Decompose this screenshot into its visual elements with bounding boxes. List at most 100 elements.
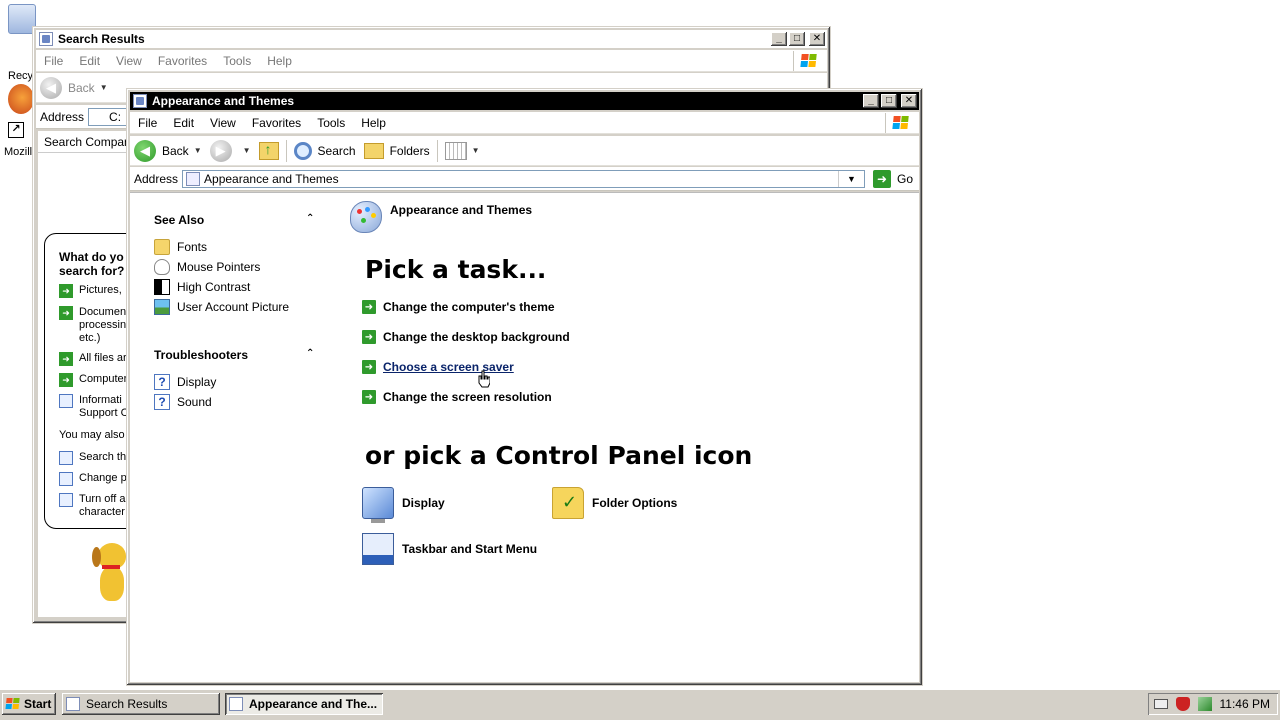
views-button[interactable]: ▼ — [441, 139, 484, 163]
search-option-computers[interactable]: ➜ Computer — [59, 373, 127, 387]
shortcut-arrow-icon: ↗ — [8, 122, 24, 138]
collapse-chevron-icon[interactable]: ⌃ — [306, 213, 314, 224]
appearance-themes-titlebar[interactable]: Appearance and Themes _ □ ✕ — [130, 92, 919, 110]
option-label: All files ar — [79, 352, 127, 364]
troubleshooter-display[interactable]: ? Display — [154, 374, 216, 390]
address-label: Address — [134, 171, 179, 186]
appearance-themes-window: Appearance and Themes _ □ ✕ File Edit Vi… — [126, 88, 923, 686]
taskbar-button-search-results[interactable]: Search Results — [62, 693, 220, 715]
see-also-mouse-pointers[interactable]: Mouse Pointers — [154, 259, 260, 275]
folders-button[interactable]: Folders — [360, 139, 434, 163]
search-results-titlebar[interactable]: Search Results _ □ ✕ — [36, 30, 827, 48]
address-bar: Address Appearance and Themes ▼ ➜ Go — [130, 167, 919, 191]
task-choose-screen-saver[interactable]: ➜ Choose a screen saver — [362, 360, 514, 374]
link-label: Mouse Pointers — [177, 260, 261, 274]
cp-icon-display[interactable]: Display — [362, 487, 445, 523]
see-also-fonts[interactable]: Fonts — [154, 239, 207, 255]
cp-icon-taskbar-start-menu[interactable]: Taskbar and Start Menu — [362, 533, 537, 565]
task-change-screen-resolution[interactable]: ➜ Change the screen resolution — [362, 390, 552, 404]
security-shield-icon[interactable] — [1175, 697, 1190, 711]
task-label: Change the desktop background — [383, 330, 570, 344]
search-option-documents[interactable]: ➜ Documen processin etc.) — [59, 306, 126, 345]
help-icon: ? — [154, 374, 170, 390]
menu-view[interactable]: View — [202, 116, 244, 130]
control-panel-window-icon — [229, 697, 243, 711]
menu-view[interactable]: View — [108, 54, 150, 68]
arrow-icon: ➜ — [59, 284, 73, 298]
menu-file[interactable]: File — [130, 116, 165, 130]
menu-favorites[interactable]: Favorites — [244, 116, 309, 130]
search-option-all-files[interactable]: ➜ All files ar — [59, 352, 127, 366]
category-header: Appearance and Themes — [350, 201, 532, 233]
option-label: Informati Support C — [79, 394, 129, 419]
content-area: See Also ⌃ Fonts Mouse Pointers High Con… — [130, 192, 919, 682]
also-label: You may also — [59, 429, 125, 441]
menu-file[interactable]: File — [36, 54, 71, 68]
forward-dropdown-icon[interactable]: ▼ — [243, 146, 251, 155]
system-tray: 11:46 PM — [1148, 693, 1278, 715]
task-pane: See Also ⌃ Fonts Mouse Pointers High Con… — [130, 193, 335, 682]
keyboard-icon[interactable] — [1153, 699, 1168, 709]
close-button[interactable]: ✕ — [901, 94, 917, 108]
also-change-preferences[interactable]: Change p — [59, 472, 127, 486]
network-icon[interactable] — [1197, 697, 1212, 711]
also-search[interactable]: Search th — [59, 451, 126, 465]
back-button[interactable]: ◀ Back ▼ — [130, 139, 206, 163]
see-also-user-account-picture[interactable]: User Account Picture — [154, 299, 289, 315]
maximize-button[interactable]: □ — [789, 32, 805, 46]
maximize-button[interactable]: □ — [881, 94, 897, 108]
desktop-icon-mozilla[interactable]: ↗ Mozill — [0, 84, 36, 160]
menu-edit[interactable]: Edit — [71, 54, 108, 68]
appearance-themes-icon — [350, 201, 382, 233]
close-button[interactable]: ✕ — [809, 32, 825, 46]
desktop-icon-recycle-bin[interactable]: Recy — [0, 4, 36, 84]
see-also-header[interactable]: See Also — [154, 213, 204, 227]
search-button[interactable]: Search — [290, 139, 360, 163]
window-title: Search Results — [58, 32, 145, 46]
address-dropdown-icon[interactable]: ▼ — [837, 170, 864, 187]
task-change-desktop-background[interactable]: ➜ Change the desktop background — [362, 330, 570, 344]
also-turn-off-character[interactable]: Turn off a character — [59, 493, 125, 519]
task-change-theme[interactable]: ➜ Change the computer's theme — [362, 300, 555, 314]
start-button[interactable]: Start — [2, 693, 56, 715]
collapse-chevron-icon[interactable]: ⌃ — [306, 348, 314, 359]
minimize-button[interactable]: _ — [863, 94, 879, 108]
menu-help[interactable]: Help — [353, 116, 394, 130]
folder-up-icon: ↑ — [258, 141, 279, 160]
see-also-high-contrast[interactable]: High Contrast — [154, 279, 250, 295]
minimize-button[interactable]: _ — [771, 32, 787, 46]
back-arrow-icon: ◀ — [134, 139, 156, 162]
menu-tools[interactable]: Tools — [309, 116, 353, 130]
search-companion-pane: Search Compani What do yo search for? ➜ P… — [38, 131, 154, 617]
search-option-help-support[interactable]: Informati Support C — [59, 394, 129, 420]
search-option-pictures[interactable]: ➜ Pictures, — [59, 284, 122, 298]
desktop-icon-label: Recy — [8, 70, 34, 82]
clock[interactable]: 11:46 PM — [1220, 697, 1270, 711]
back-button[interactable]: ◀ Back ▼ — [36, 76, 112, 100]
address-field[interactable]: Appearance and Themes ▼ — [182, 169, 865, 188]
standard-toolbar: ◀ Back ▼ ▶ ▼ ↑ Search Folders ▼ — [130, 136, 919, 166]
search-icon — [293, 141, 312, 160]
toolbar-separator — [285, 139, 287, 162]
menu-favorites[interactable]: Favorites — [150, 54, 215, 68]
folders-icon — [363, 142, 384, 159]
menu-help[interactable]: Help — [259, 54, 300, 68]
menu-tools[interactable]: Tools — [215, 54, 259, 68]
up-button[interactable]: ↑ — [255, 139, 283, 163]
windows-logo — [793, 51, 823, 71]
troubleshooter-sound[interactable]: ? Sound — [154, 394, 212, 410]
pick-icon-heading: or pick a Control Panel icon — [365, 441, 753, 470]
also-item-label: Turn off a character — [79, 493, 126, 518]
search-label: Search — [317, 143, 356, 158]
back-arrow-icon: ◀ — [40, 76, 62, 99]
forward-arrow-icon: ▶ — [209, 139, 232, 162]
troubleshooters-header[interactable]: Troubleshooters — [154, 348, 248, 362]
taskbar-button-appearance-themes[interactable]: Appearance and The... — [225, 693, 383, 715]
cp-icon-folder-options[interactable]: Folder Options — [552, 487, 677, 519]
menu-edit[interactable]: Edit — [165, 116, 202, 130]
arrow-icon: ➜ — [59, 352, 73, 366]
go-button[interactable]: ➜ Go — [865, 169, 919, 188]
back-dropdown-icon[interactable]: ▼ — [194, 146, 202, 155]
arrow-icon: ➜ — [362, 330, 376, 344]
forward-button[interactable]: ▶ ▼ — [206, 139, 255, 163]
